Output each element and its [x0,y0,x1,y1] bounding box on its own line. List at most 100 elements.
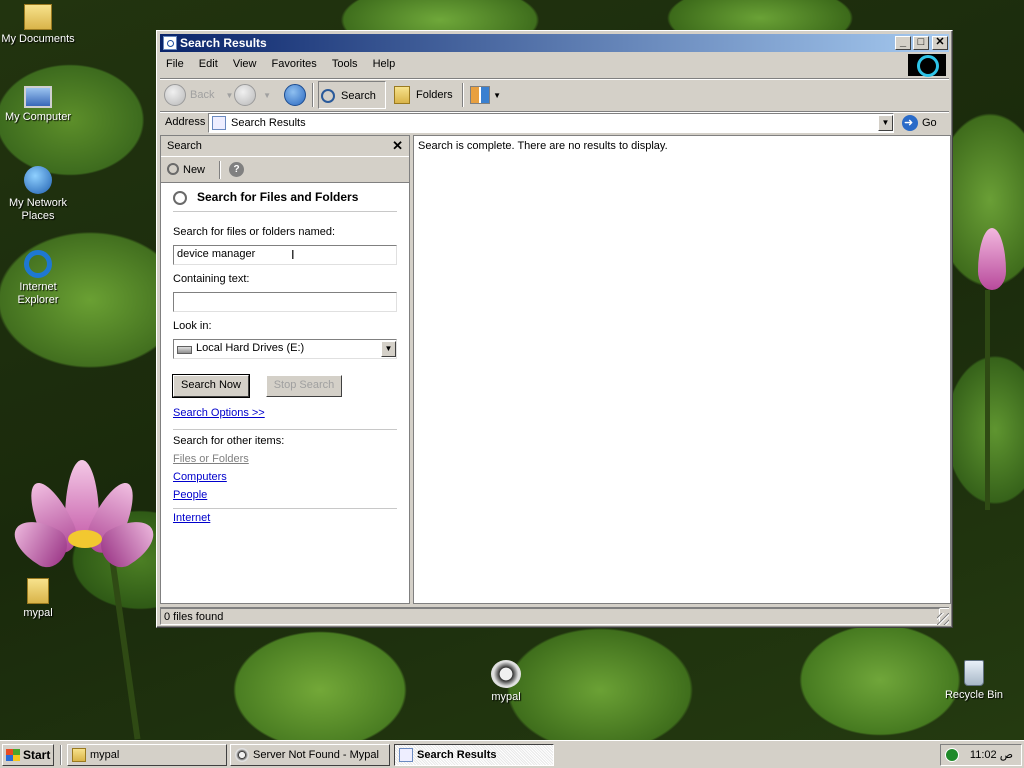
taskbar-button-mypal-folder[interactable]: mypal [67,744,227,766]
menu-tools[interactable]: Tools [326,54,364,74]
divider [173,508,397,509]
help-icon[interactable]: ? [229,162,244,177]
search-files-icon [173,191,187,205]
search-pane-header: Search ✕ [161,136,409,157]
look-in-dropdown-button[interactable]: ▼ [381,341,396,357]
search-button[interactable]: Search [318,81,386,109]
look-in-select[interactable]: Local Hard Drives (E:) ▼ [173,339,397,359]
desktop-icon-mypal-shortcut[interactable]: mypal [468,660,544,704]
menu-bar: File Edit View Favorites Tools Help [160,54,949,77]
search-results-icon [399,748,413,762]
taskbar-button-mypal-browser[interactable]: Server Not Found - Mypal [230,744,390,766]
desktop-icon-internet-explorer[interactable]: Internet Explorer [0,250,76,307]
file-name-input[interactable]: device manager [173,245,397,265]
start-button[interactable]: Start [2,744,54,766]
address-bar: Address Search Results ▼ Go [160,111,949,133]
close-button[interactable]: ✕ [932,36,948,50]
desktop-icon-mypal-folder[interactable]: mypal [0,578,76,620]
views-icon [470,86,490,105]
desktop-icon-recycle-bin[interactable]: Recycle Bin [936,660,1012,702]
up-folder-button[interactable] [284,81,310,109]
forward-dropdown-icon[interactable]: ▼ [263,91,271,100]
status-text: 0 files found [160,608,940,625]
address-label: Address [165,116,206,128]
menu-view[interactable]: View [227,54,263,74]
new-search-button[interactable]: New [183,164,205,176]
address-input[interactable]: Search Results ▼ [208,113,894,133]
look-in-label: Look in: [173,320,212,332]
maximize-button[interactable]: □ [913,36,929,50]
recycle-bin-icon [964,660,984,686]
internet-explorer-icon [24,250,52,278]
views-dropdown-icon[interactable]: ▼ [493,91,501,100]
mypal-raccoon-icon [491,660,521,688]
system-tray: 11:02 ص [940,744,1022,766]
search-pane-toolbar: New ? [161,157,409,183]
desktop-icon-my-computer[interactable]: My Computer [0,86,76,124]
go-button[interactable]: Go [902,113,937,133]
lotus-flower [6,450,162,590]
desktop-icon-network-places[interactable]: My Network Places [0,166,76,223]
search-now-button[interactable]: Search Now [173,375,249,397]
title-bar[interactable]: Search Results _ □ ✕ [160,34,949,52]
folders-button[interactable]: Folders [394,81,453,109]
menu-favorites[interactable]: Favorites [266,54,323,74]
mypal-raccoon-icon [235,748,249,762]
search-results-icon [212,116,226,130]
network-globe-icon [24,166,52,194]
clock[interactable]: 11:02 ص [970,745,1013,765]
taskbar: Start mypal Server Not Found - Mypal Sea… [0,740,1024,768]
lotus-bud [972,228,1012,298]
search-results-window: Search Results _ □ ✕ File Edit View Favo… [156,30,953,628]
go-arrow-icon [902,113,918,133]
text-cursor-icon: I [291,247,295,262]
address-dropdown-button[interactable]: ▼ [878,115,893,131]
menu-edit[interactable]: Edit [193,54,224,74]
folder-icon [27,578,49,604]
hard-drive-icon [177,346,192,354]
new-search-icon [167,163,179,175]
computers-link[interactable]: Computers [173,471,227,483]
stop-search-button[interactable]: Stop Search [266,375,342,397]
computer-icon [24,86,52,108]
people-link[interactable]: People [173,489,207,501]
magnifier-icon [321,89,335,104]
taskbar-button-search-results[interactable]: Search Results [394,744,554,766]
back-dropdown-icon[interactable]: ▼ [226,91,234,100]
results-message: Search is complete. There are no results… [418,140,668,152]
standard-toolbar: Back ▼ ▼ Search Folders ▼ [160,78,949,110]
search-pane-close-icon[interactable]: ✕ [392,136,403,156]
divider [173,211,397,212]
search-options-link[interactable]: Search Options >> [173,407,265,419]
files-or-folders-link[interactable]: Files or Folders [173,453,249,465]
menu-file[interactable]: File [160,54,190,74]
back-button[interactable]: Back ▼ [164,81,233,109]
toolbar-separator [219,161,221,179]
taskbar-separator [60,745,62,765]
search-window-icon [163,36,177,50]
forward-button[interactable]: ▼ [234,81,271,109]
internet-link[interactable]: Internet [173,512,210,524]
security-shield-icon[interactable] [945,748,959,762]
windows-logo-throbber [908,54,946,77]
views-button[interactable]: ▼ [470,81,501,109]
file-name-label: Search for files or folders named: [173,226,336,238]
toolbar-separator [312,83,314,107]
toolbar-separator [462,83,464,107]
search-pane: Search ✕ New ? Search for Files and Fold… [160,135,410,604]
divider [173,429,397,430]
results-pane[interactable]: Search is complete. There are no results… [413,135,951,604]
window-title: Search Results [180,36,267,50]
folders-icon [394,86,410,105]
containing-text-label: Containing text: [173,273,250,285]
resize-grip-icon[interactable] [937,613,949,625]
back-arrow-icon [164,84,186,107]
desktop-icon-my-documents[interactable]: My Documents [0,4,76,46]
up-arrow-icon [284,84,306,107]
status-bar: 0 files found [160,607,949,625]
minimize-button[interactable]: _ [895,36,911,50]
menu-help[interactable]: Help [367,54,402,74]
containing-text-input[interactable] [173,292,397,312]
forward-arrow-icon [234,84,256,107]
other-items-label: Search for other items: [173,435,285,447]
